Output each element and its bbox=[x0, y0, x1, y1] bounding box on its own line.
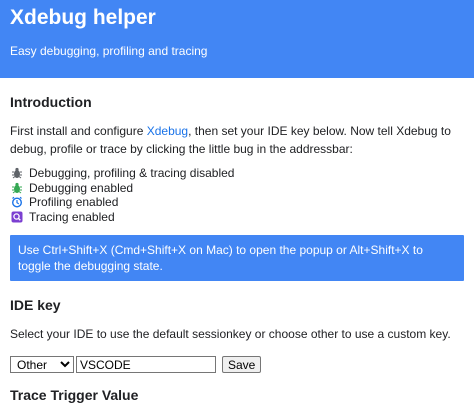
idekey-description: Select your IDE to use the default sessi… bbox=[10, 327, 451, 341]
header-banner: Xdebug helper Easy debugging, profiling … bbox=[0, 0, 474, 78]
bug-disabled-icon bbox=[10, 166, 24, 180]
xdebug-link[interactable]: Xdebug bbox=[147, 124, 188, 138]
intro-heading: Introduction bbox=[10, 94, 92, 110]
status-item-profiling: Profiling enabled bbox=[10, 195, 464, 210]
intro-text-before: First install and configure bbox=[10, 124, 147, 138]
main-content: Introduction First install and configure… bbox=[0, 94, 474, 403]
bug-enabled-icon bbox=[10, 181, 24, 195]
idekey-controls: Other Save bbox=[10, 356, 464, 373]
intro-text: First install and configure Xdebug, then… bbox=[10, 122, 464, 158]
status-label-tracing: Tracing enabled bbox=[29, 209, 115, 224]
shortcut-hint: Use Ctrl+Shift+X (Cmd+Shift+X on Mac) to… bbox=[10, 235, 464, 281]
status-label-profiling: Profiling enabled bbox=[29, 195, 119, 209]
status-item-debugging: Debugging enabled bbox=[10, 181, 464, 196]
status-label-disabled: Debugging, profiling & tracing disabled bbox=[29, 166, 235, 180]
status-legend: Debugging, profiling & tracing disabled … bbox=[10, 166, 464, 224]
ide-select[interactable]: Other bbox=[10, 356, 74, 373]
idekey-input[interactable] bbox=[76, 356, 216, 373]
status-label-debugging: Debugging enabled bbox=[29, 180, 134, 195]
page-title: Xdebug helper bbox=[10, 6, 156, 29]
save-button[interactable]: Save bbox=[222, 356, 262, 373]
trace-trigger-heading: Trace Trigger Value bbox=[10, 387, 139, 403]
trace-icon bbox=[10, 210, 24, 224]
idekey-heading: IDE key bbox=[10, 297, 61, 313]
status-item-tracing: Tracing enabled bbox=[10, 210, 464, 225]
status-item-disabled: Debugging, profiling & tracing disabled bbox=[10, 166, 464, 181]
clock-icon bbox=[10, 195, 24, 209]
page-subtitle: Easy debugging, profiling and tracing bbox=[10, 44, 208, 58]
